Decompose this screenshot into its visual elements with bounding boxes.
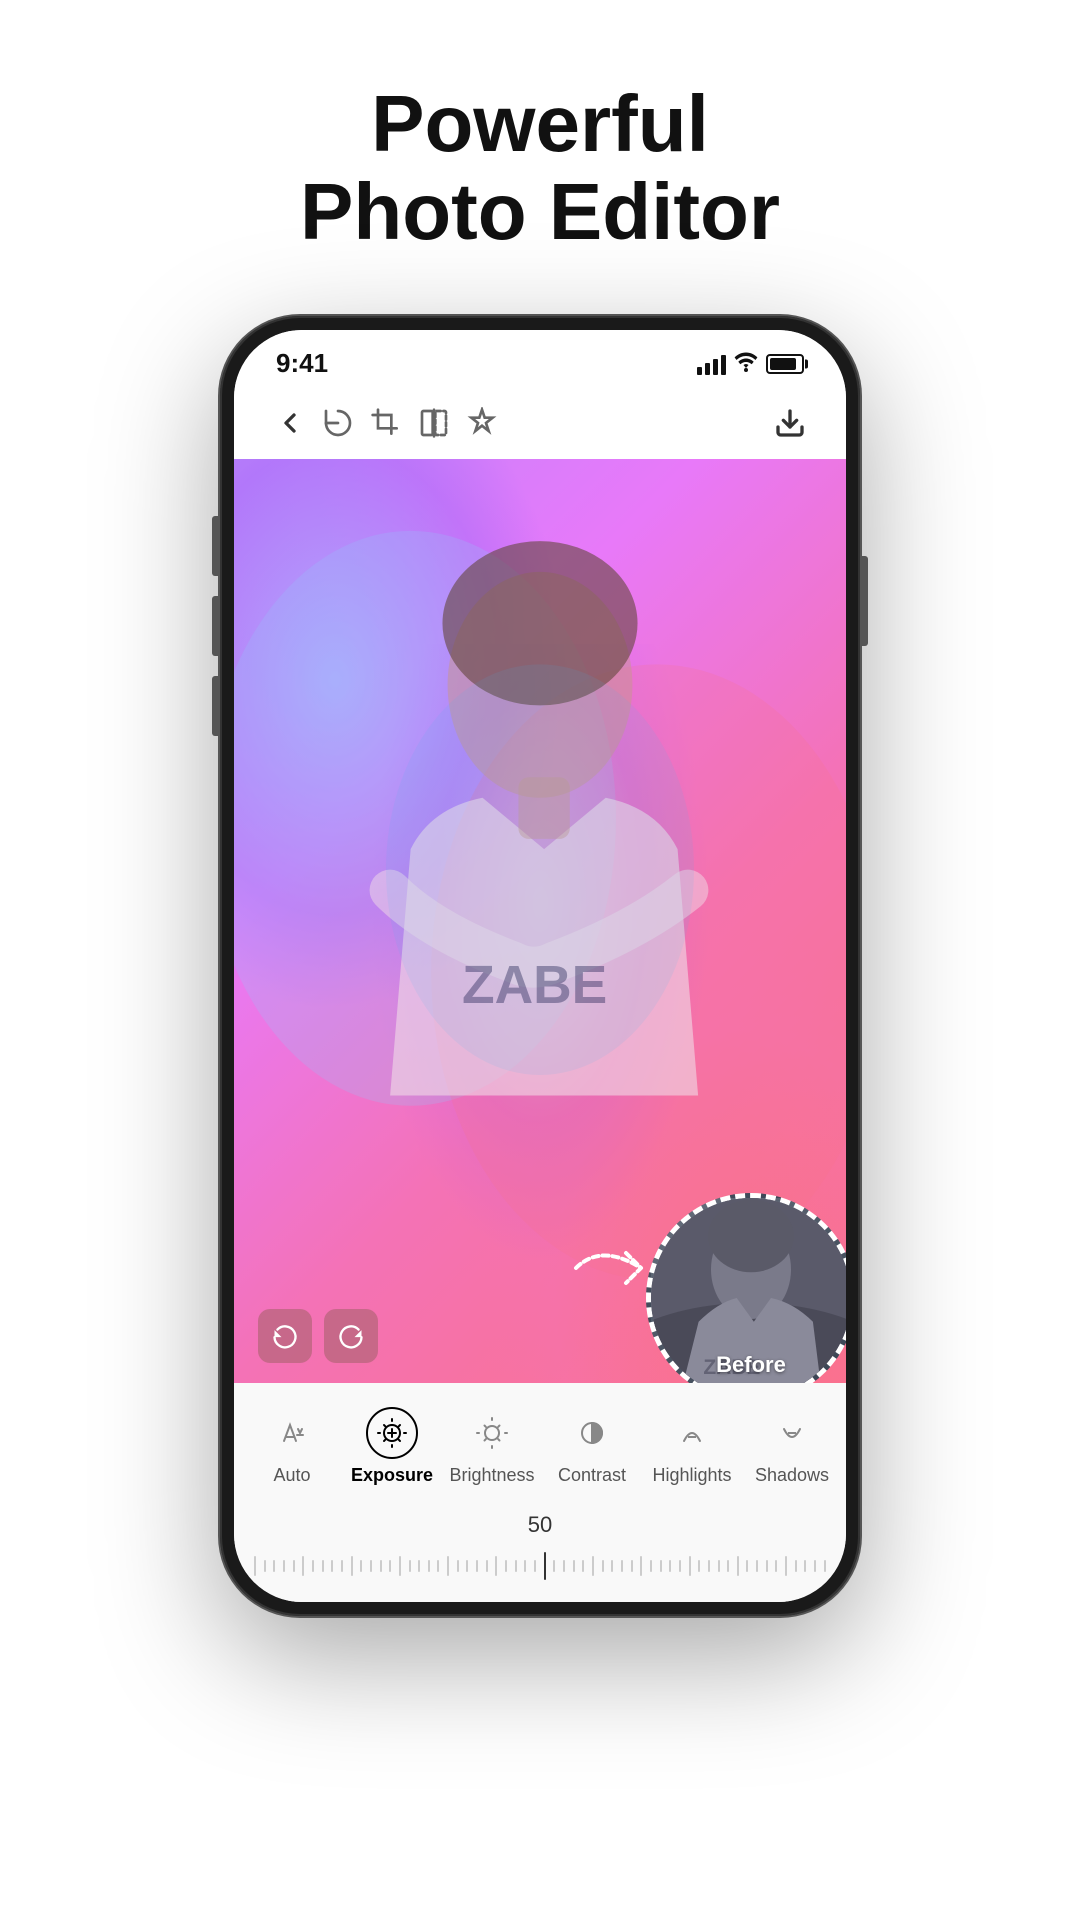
app-toolbar: [234, 387, 846, 459]
shadows-label: Shadows: [755, 1465, 829, 1486]
brightness-label: Brightness: [449, 1465, 534, 1486]
photo-overlay-3: [356, 644, 723, 1291]
heading-line2: Photo Editor: [300, 168, 780, 256]
auto-label: Auto: [273, 1465, 310, 1486]
slider-area: 50: [234, 1502, 846, 1602]
slider-ticks: [254, 1552, 826, 1580]
back-button[interactable]: [266, 399, 314, 447]
shadows-icon-container: [766, 1407, 818, 1459]
crop-button[interactable]: [362, 399, 410, 447]
auto-icon-container: [266, 1407, 318, 1459]
exposure-label: Exposure: [351, 1465, 433, 1486]
bottom-panel: Auto: [234, 1383, 846, 1602]
status-icons: [697, 350, 804, 378]
compare-arrow: [566, 1223, 646, 1303]
tool-highlights[interactable]: Highlights: [642, 1399, 742, 1494]
rotate-button[interactable]: [314, 399, 362, 447]
slider-track[interactable]: [254, 1546, 826, 1586]
download-button[interactable]: [766, 399, 814, 447]
tools-row: Auto: [234, 1383, 846, 1502]
status-bar: 9:41: [234, 330, 846, 387]
before-label: Before: [716, 1352, 786, 1378]
exposure-icon-container: [366, 1407, 418, 1459]
phone-frame: 9:41: [220, 316, 860, 1616]
phone-screen: 9:41: [234, 330, 846, 1602]
tool-contrast[interactable]: Contrast: [542, 1399, 642, 1494]
battery-icon: [766, 354, 804, 374]
page-heading: Powerful Photo Editor: [300, 80, 780, 256]
highlights-label: Highlights: [652, 1465, 731, 1486]
contrast-label: Contrast: [558, 1465, 626, 1486]
undo-button[interactable]: [258, 1309, 312, 1363]
tool-auto[interactable]: Auto: [242, 1399, 342, 1494]
tool-brightness[interactable]: Brightness: [442, 1399, 542, 1494]
wifi-icon: [734, 350, 758, 378]
adjust-button[interactable]: [458, 399, 506, 447]
highlights-icon-container: [666, 1407, 718, 1459]
undo-redo-group: [258, 1309, 378, 1363]
status-time: 9:41: [276, 348, 328, 379]
photo-background: ZABE: [234, 459, 846, 1383]
tool-shadows[interactable]: Shadows: [742, 1399, 842, 1494]
heading-line1: Powerful: [300, 80, 780, 168]
before-comparison-circle[interactable]: ZABE Before: [646, 1193, 846, 1383]
tool-exposure[interactable]: Exposure: [342, 1399, 442, 1494]
contrast-icon-container: [566, 1407, 618, 1459]
brightness-icon-container: [466, 1407, 518, 1459]
photo-area: ZABE: [234, 459, 846, 1383]
redo-button[interactable]: [324, 1309, 378, 1363]
before-photo: ZABE Before: [651, 1198, 846, 1383]
slider-value: 50: [254, 1512, 826, 1538]
flip-button[interactable]: [410, 399, 458, 447]
signal-icon: [697, 353, 726, 375]
